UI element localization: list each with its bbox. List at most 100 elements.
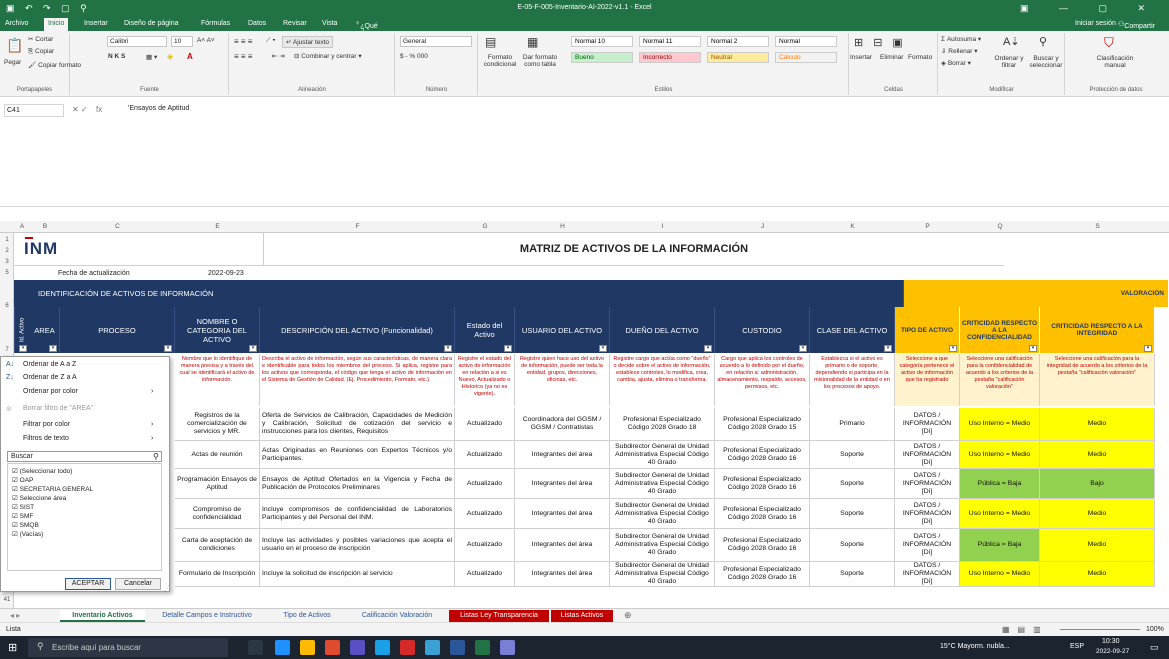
borders-icon[interactable]: ▦ ▾ — [146, 53, 157, 61]
filter-checkbox-item[interactable]: ☑ SMQB — [12, 521, 39, 529]
format-cells-button[interactable]: Formato — [908, 54, 932, 61]
table-cell[interactable]: Uso Interno = Medio — [960, 499, 1040, 529]
table-cell[interactable]: Registros de la comercialización de serv… — [175, 408, 260, 441]
zoom-slider[interactable] — [1060, 629, 1140, 630]
filter-dropdown-icon[interactable]: ▾ — [249, 345, 257, 352]
cell-style-item[interactable]: Bueno — [571, 52, 633, 63]
table-cell[interactable]: Actas Originadas en Reuniones con Expert… — [260, 441, 455, 469]
table-cell[interactable]: Oferta de Servicios de Calibración, Capa… — [260, 408, 455, 441]
filter-checkbox-item[interactable]: ☑ SECRETARIA GENERAL — [12, 485, 93, 493]
table-cell[interactable]: Carta de aceptación de condiciones — [175, 529, 260, 562]
filter-dropdown-icon[interactable]: ▾ — [949, 345, 957, 352]
table-cell[interactable]: Pública = Baja — [960, 469, 1040, 499]
cell-style-item[interactable]: Neutral — [707, 52, 769, 63]
table-cell[interactable]: DATOS / INFORMACIÓN [Di] — [895, 469, 960, 499]
table-cell[interactable]: Subdirector General de Unidad Administra… — [610, 529, 715, 562]
sort-a-z-item[interactable]: Ordenar de A a Z — [23, 361, 76, 368]
filter-checkbox-item[interactable]: ☑ SMF — [12, 512, 33, 520]
table-cell[interactable]: Profesional Especializado Código 2028 Gr… — [715, 562, 810, 587]
tab-datos[interactable]: Datos — [248, 20, 266, 27]
align-top-icons[interactable]: ≡ ≡ ≡ — [234, 37, 252, 46]
column-header[interactable]: A — [14, 223, 30, 230]
task-view-icon[interactable] — [248, 640, 263, 655]
delete-cells-button[interactable]: Eliminar — [880, 54, 903, 61]
row-header[interactable]: 3 — [0, 259, 14, 265]
table-cell[interactable]: Ensayos de Aptitud Ofertados en la Vigen… — [260, 469, 455, 499]
app-icon[interactable] — [425, 640, 440, 655]
column-header[interactable]: P — [895, 223, 960, 230]
filter-dropdown-icon[interactable]: ▾ — [19, 345, 27, 352]
cell-style-item[interactable]: Normal — [775, 36, 837, 47]
table-cell[interactable]: Soporte — [810, 469, 895, 499]
tab-archivo[interactable]: Archivo — [5, 20, 28, 27]
cell-style-item[interactable]: Normal 11 — [639, 36, 701, 47]
table-cell[interactable]: Subdirector General de Unidad Administra… — [610, 562, 715, 587]
sort-by-color-item[interactable]: Ordenar por color — [23, 388, 78, 395]
table-cell[interactable]: DATOS / INFORMACIÓN [Di] — [895, 408, 960, 441]
filter-dropdown-icon[interactable]: ▾ — [444, 345, 452, 352]
taskbar-search[interactable]: Escribe aquí para buscar — [28, 638, 228, 657]
table-cell[interactable]: Pública = Baja — [960, 529, 1040, 562]
table-cell[interactable]: Incluye compromisos de confidencialidad … — [260, 499, 455, 529]
table-cell[interactable]: Primario — [810, 408, 895, 441]
table-cell[interactable]: Uso Interno = Medio — [960, 408, 1040, 441]
zoom-level[interactable]: 100% — [1146, 626, 1164, 633]
wrap-text-button[interactable]: ↵ Ajustar texto — [282, 36, 334, 48]
table-cell[interactable]: Actualizado — [455, 408, 515, 441]
table-cell[interactable]: Incluye la solicitud de inscripción al s… — [260, 562, 455, 587]
table-cell[interactable]: Profesional Especializado Código 2028 Gr… — [715, 529, 810, 562]
paste-button[interactable]: Pegar — [4, 59, 21, 66]
table-cell[interactable]: Subdirector General de Unidad Administra… — [610, 441, 715, 469]
merge-center-button[interactable]: ⊟ Combinar y centrar ▾ — [294, 52, 362, 60]
sort-z-a-item[interactable]: Ordenar de Z a A — [23, 374, 77, 381]
weather-status[interactable]: 15°C Mayorm. nubla... — [940, 643, 1010, 650]
filter-checkbox-item[interactable]: ☑ SIST — [12, 503, 34, 511]
font-name-select[interactable]: Calibri — [107, 36, 167, 47]
table-cell[interactable]: Integrantes del área — [515, 499, 610, 529]
filter-dropdown-icon[interactable]: ▾ — [599, 345, 607, 352]
font-grow-shrink-icon[interactable]: A˄ A˅ — [197, 37, 215, 44]
cancel-confirm-icons[interactable]: ✕ ✓ — [72, 105, 88, 114]
filter-dropdown-icon[interactable]: ▾ — [164, 345, 172, 352]
cell-style-item[interactable]: Normal 2 — [707, 36, 769, 47]
table-cell[interactable]: Integrantes del área — [515, 529, 610, 562]
table-cell[interactable]: Actualizado — [455, 562, 515, 587]
conditional-format-button[interactable]: Formato condicional — [481, 54, 519, 68]
filter-checkbox-item[interactable]: ☑ OAP — [12, 476, 33, 484]
table-cell[interactable]: Bajo — [1040, 469, 1155, 499]
filter-dropdown-icon[interactable]: ▾ — [49, 345, 57, 352]
sort-filter-icon[interactable]: A⇣ — [1003, 35, 1020, 48]
font-color-icon[interactable]: A — [187, 52, 193, 61]
table-cell[interactable]: Actualizado — [455, 441, 515, 469]
fill-button[interactable]: ⇓ Rellenar ▾ — [941, 47, 978, 55]
windows-start-icon[interactable]: ⊞ — [8, 641, 17, 654]
classify-button[interactable]: Clasificación manual — [1088, 55, 1142, 69]
table-cell[interactable]: Profesional Especializado Código 2028 Gr… — [715, 469, 810, 499]
table-cell[interactable]: Integrantes del área — [515, 562, 610, 587]
tab-inicio[interactable]: Inicio — [44, 18, 69, 31]
signin-link[interactable]: Iniciar sesión — [1075, 20, 1116, 27]
app-icon[interactable] — [375, 640, 390, 655]
insert-cells-button[interactable]: Insertar — [850, 54, 872, 61]
copy-button[interactable]: ⎘ Copiar — [28, 48, 54, 56]
table-cell[interactable]: Integrantes del área — [515, 469, 610, 499]
tell-me-search[interactable]: ♀ ¿Qué desea hacer? — [355, 20, 382, 44]
column-header[interactable]: E — [175, 223, 260, 230]
row-header[interactable]: 7 — [0, 347, 14, 353]
paste-icon[interactable]: 📋 — [6, 37, 23, 54]
table-cell[interactable]: Soporte — [810, 529, 895, 562]
cell-style-item[interactable]: Cálculo — [775, 52, 837, 63]
table-cell[interactable]: Profesional Especializado Código 2028 Gr… — [610, 408, 715, 441]
column-header[interactable]: S — [1040, 223, 1155, 230]
table-cell[interactable]: Integrantes del área — [515, 441, 610, 469]
table-cell[interactable]: Formulario de Inscripción — [175, 562, 260, 587]
filter-checkbox-item[interactable]: ☑ (Vacías) — [12, 530, 43, 538]
language-indicator[interactable]: ESP — [1070, 643, 1084, 650]
sheet-tab[interactable]: Listas Ley Transparencia — [449, 610, 549, 622]
app-icon[interactable] — [500, 640, 515, 655]
row-header[interactable]: 41 — [0, 597, 14, 603]
share-button[interactable]: ⚇ Compartir — [1118, 20, 1155, 30]
sheet-tab[interactable]: Calificación Valoración — [347, 610, 447, 622]
column-header[interactable]: C — [60, 223, 175, 230]
font-size-select[interactable]: 10 — [171, 36, 193, 47]
